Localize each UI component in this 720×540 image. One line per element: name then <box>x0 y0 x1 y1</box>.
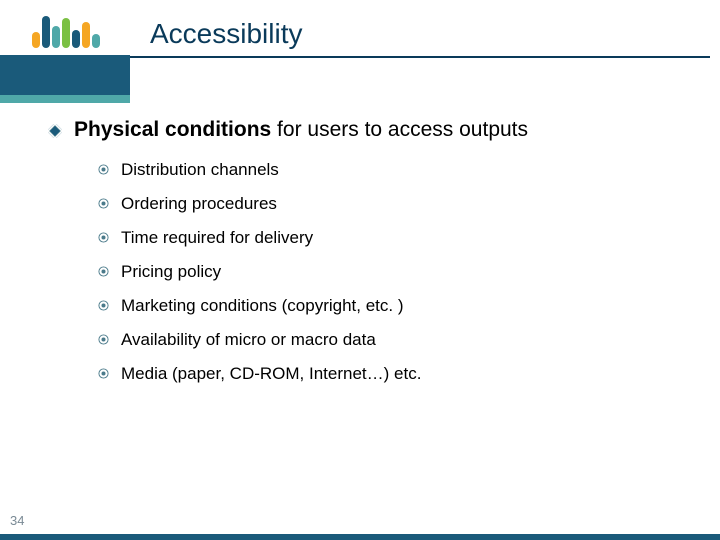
main-bullet-rest: for users to access outputs <box>271 118 528 141</box>
circle-bullet-icon <box>98 334 109 345</box>
logo-bar <box>92 34 100 48</box>
sub-bullet-item: Ordering procedures <box>98 194 690 214</box>
sub-bullet-item: Marketing conditions (copyright, etc. ) <box>98 296 690 316</box>
logo-bar <box>52 26 60 48</box>
logo-bar <box>72 30 80 48</box>
sub-bullet-text: Pricing policy <box>121 262 221 282</box>
sub-bullet-text: Media (paper, CD-ROM, Internet…) etc. <box>121 364 421 384</box>
sub-bullet-list: Distribution channels Ordering procedures… <box>98 160 690 384</box>
title-underline <box>130 56 710 58</box>
sub-bullet-item: Distribution channels <box>98 160 690 180</box>
circle-bullet-icon <box>98 300 109 311</box>
page-number: 34 <box>10 513 24 528</box>
logo-bar <box>32 32 40 48</box>
main-bullet: Physical conditions for users to access … <box>48 118 690 142</box>
logo-bar <box>82 22 90 48</box>
circle-bullet-icon <box>98 198 109 209</box>
main-bullet-text: Physical conditions for users to access … <box>74 118 528 142</box>
footer-bar <box>0 534 720 540</box>
sub-bullet-text: Distribution channels <box>121 160 279 180</box>
sub-bullet-text: Marketing conditions (copyright, etc. ) <box>121 296 404 316</box>
header-teal-block <box>0 95 130 103</box>
circle-bullet-icon <box>98 164 109 175</box>
circle-bullet-icon <box>98 368 109 379</box>
sub-bullet-text: Ordering procedures <box>121 194 277 214</box>
diamond-bullet-icon <box>48 124 62 138</box>
slide-header: Accessibility <box>0 0 720 95</box>
main-bullet-bold: Physical conditions <box>74 118 271 141</box>
circle-bullet-icon <box>98 266 109 277</box>
logo-bar <box>42 16 50 48</box>
logo <box>32 8 100 48</box>
sub-bullet-item: Media (paper, CD-ROM, Internet…) etc. <box>98 364 690 384</box>
circle-bullet-icon <box>98 232 109 243</box>
sub-bullet-item: Pricing policy <box>98 262 690 282</box>
logo-bar <box>62 18 70 48</box>
sub-bullet-item: Time required for delivery <box>98 228 690 248</box>
sub-bullet-item: Availability of micro or macro data <box>98 330 690 350</box>
sub-bullet-text: Availability of micro or macro data <box>121 330 376 350</box>
slide-content: Physical conditions for users to access … <box>48 118 690 398</box>
slide-title: Accessibility <box>150 18 302 50</box>
sub-bullet-text: Time required for delivery <box>121 228 313 248</box>
header-blue-block <box>0 55 130 95</box>
